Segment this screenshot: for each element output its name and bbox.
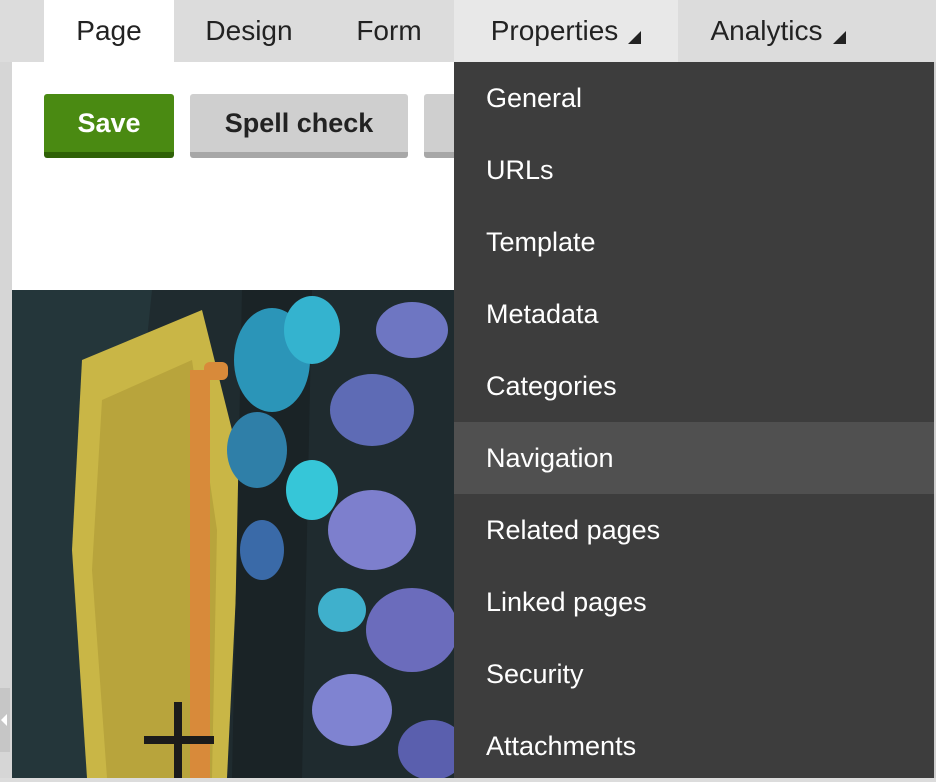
menu-item-label: General [486, 82, 583, 113]
menu-item-template[interactable]: Template [454, 206, 934, 278]
spell-check-button[interactable]: Spell check [190, 94, 408, 158]
tab-design[interactable]: Design [174, 0, 324, 62]
tab-bar: Page Design Form Properties Analytics [0, 0, 936, 62]
properties-dropdown-menu: General URLs Template Metadata Categorie… [454, 62, 934, 778]
menu-item-label: Template [486, 226, 596, 257]
sidebar-toggle-handle[interactable] [0, 688, 10, 752]
menu-item-label: Security [486, 658, 584, 689]
menu-item-security[interactable]: Security [454, 638, 934, 710]
menu-item-navigation[interactable]: Navigation [454, 422, 934, 494]
spell-check-button-label: Spell check [224, 107, 374, 138]
menu-item-general[interactable]: General [454, 62, 934, 134]
menu-item-label: Navigation [486, 442, 614, 473]
menu-item-label: Categories [486, 370, 617, 401]
menu-item-label: Attachments [486, 730, 637, 761]
menu-item-linked-pages[interactable]: Linked pages [454, 566, 934, 638]
caret-down-icon [628, 30, 642, 44]
menu-item-label: Related pages [486, 514, 661, 545]
menu-item-attachments[interactable]: Attachments [454, 710, 934, 782]
tab-form[interactable]: Form [324, 0, 454, 62]
tab-page[interactable]: Page [44, 0, 174, 62]
menu-item-urls[interactable]: URLs [454, 134, 934, 206]
tab-design-label: Design [205, 15, 293, 46]
tab-page-label: Page [76, 15, 142, 46]
menu-item-metadata[interactable]: Metadata [454, 278, 934, 350]
save-button[interactable]: Save [44, 94, 174, 158]
tab-properties[interactable]: Properties [454, 0, 678, 62]
tab-properties-label: Properties [490, 15, 619, 46]
menu-item-label: URLs [486, 154, 554, 185]
left-sidebar-edge [0, 62, 12, 778]
menu-item-label: Linked pages [486, 586, 647, 617]
menu-item-label: Metadata [486, 298, 599, 329]
tab-analytics[interactable]: Analytics [678, 0, 878, 62]
tab-form-label: Form [356, 15, 422, 46]
tab-analytics-label: Analytics [710, 15, 823, 46]
save-button-label: Save [77, 107, 141, 138]
caret-down-icon [832, 30, 846, 44]
menu-item-categories[interactable]: Categories [454, 350, 934, 422]
menu-item-related-pages[interactable]: Related pages [454, 494, 934, 566]
